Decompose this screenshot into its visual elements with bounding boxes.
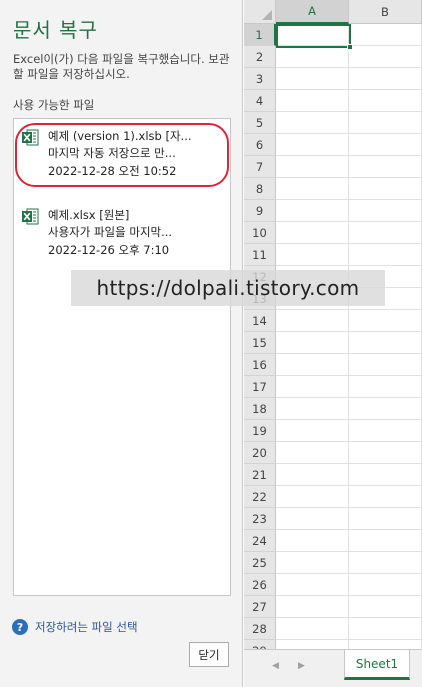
active-cell-a1[interactable] [276, 24, 353, 50]
row-header[interactable]: 16 [244, 354, 276, 376]
recovered-file-item-version1[interactable]: 예제 (version 1).xlsb [자... 마지막 자동 저장으로 만.… [14, 122, 230, 188]
row-header[interactable]: 10 [244, 222, 276, 244]
column-header-a[interactable]: A [276, 0, 349, 24]
row-header[interactable]: 15 [244, 332, 276, 354]
file-timestamp: 2022-12-28 오전 10:52 [48, 164, 177, 178]
row-header[interactable]: 11 [244, 244, 276, 266]
row-header[interactable]: 2 [244, 46, 276, 68]
row-header[interactable]: 21 [244, 464, 276, 486]
watermark-banner: https://dolpali.tistory.com [71, 270, 385, 306]
row-header[interactable]: 5 [244, 112, 276, 134]
row-header[interactable]: 26 [244, 574, 276, 596]
row-header[interactable]: 25 [244, 552, 276, 574]
row-header[interactable]: 19 [244, 420, 276, 442]
row-header[interactable]: 7 [244, 156, 276, 178]
excel-file-icon [22, 208, 39, 225]
file-name: 예제 (version 1).xlsb [자... [48, 129, 192, 143]
file-status: 사용자가 파일을 마지막... [48, 225, 173, 239]
row-header[interactable]: 8 [244, 178, 276, 200]
row-headers: 1234567891011121314151617181920212223242… [244, 24, 276, 662]
available-files-label: 사용 가능한 파일 [13, 98, 95, 112]
file-name: 예제.xlsx [원본] [48, 208, 130, 222]
sheet-tab-sheet1[interactable]: Sheet1 [344, 650, 410, 680]
row-header[interactable]: 18 [244, 398, 276, 420]
question-icon: ? [12, 619, 28, 635]
excel-file-icon [22, 129, 39, 146]
file-timestamp: 2022-12-26 오후 7:10 [48, 243, 170, 257]
scroll-left-tab-icon[interactable]: ◀ [272, 661, 279, 671]
sheet-tab-bar: ◀ ▶ Sheet1 [244, 649, 422, 687]
row-header[interactable]: 14 [244, 310, 276, 332]
row-header[interactable]: 28 [244, 618, 276, 640]
row-header[interactable]: 23 [244, 508, 276, 530]
file-status: 마지막 자동 저장으로 만... [48, 146, 176, 160]
row-header[interactable]: 22 [244, 486, 276, 508]
pane-description: Excel이(가) 다음 파일을 복구했습니다. 보관할 파일을 저장하십시오. [13, 52, 230, 81]
recovered-file-list: 예제 (version 1).xlsb [자... 마지막 자동 저장으로 만.… [13, 118, 231, 596]
row-header[interactable]: 9 [244, 200, 276, 222]
row-header[interactable]: 6 [244, 134, 276, 156]
select-all-triangle-icon [262, 10, 272, 20]
row-header[interactable]: 20 [244, 442, 276, 464]
cell-grid[interactable] [276, 24, 422, 649]
help-link[interactable]: ? 저장하려는 파일 선택 [12, 618, 138, 636]
row-header[interactable]: 3 [244, 68, 276, 90]
row-header[interactable]: 1 [244, 24, 276, 46]
row-header[interactable]: 27 [244, 596, 276, 618]
spreadsheet-area: A B 123456789101112131415161718192021222… [244, 0, 422, 687]
scroll-right-tab-icon[interactable]: ▶ [298, 661, 305, 671]
recovered-file-item-original[interactable]: 예제.xlsx [원본] 사용자가 파일을 마지막... 2022-12-26 … [14, 201, 230, 267]
select-all-corner[interactable] [244, 0, 276, 24]
column-header-b[interactable]: B [349, 0, 422, 24]
close-button[interactable]: 닫기 [189, 642, 229, 667]
document-recovery-pane: 문서 복구 Excel이(가) 다음 파일을 복구했습니다. 보관할 파일을 저… [0, 0, 243, 687]
row-header[interactable]: 24 [244, 530, 276, 552]
fill-handle[interactable] [347, 44, 353, 50]
row-header[interactable]: 4 [244, 90, 276, 112]
pane-title: 문서 복구 [13, 18, 98, 42]
row-header[interactable]: 17 [244, 376, 276, 398]
help-link-text: 저장하려는 파일 선택 [35, 620, 138, 634]
